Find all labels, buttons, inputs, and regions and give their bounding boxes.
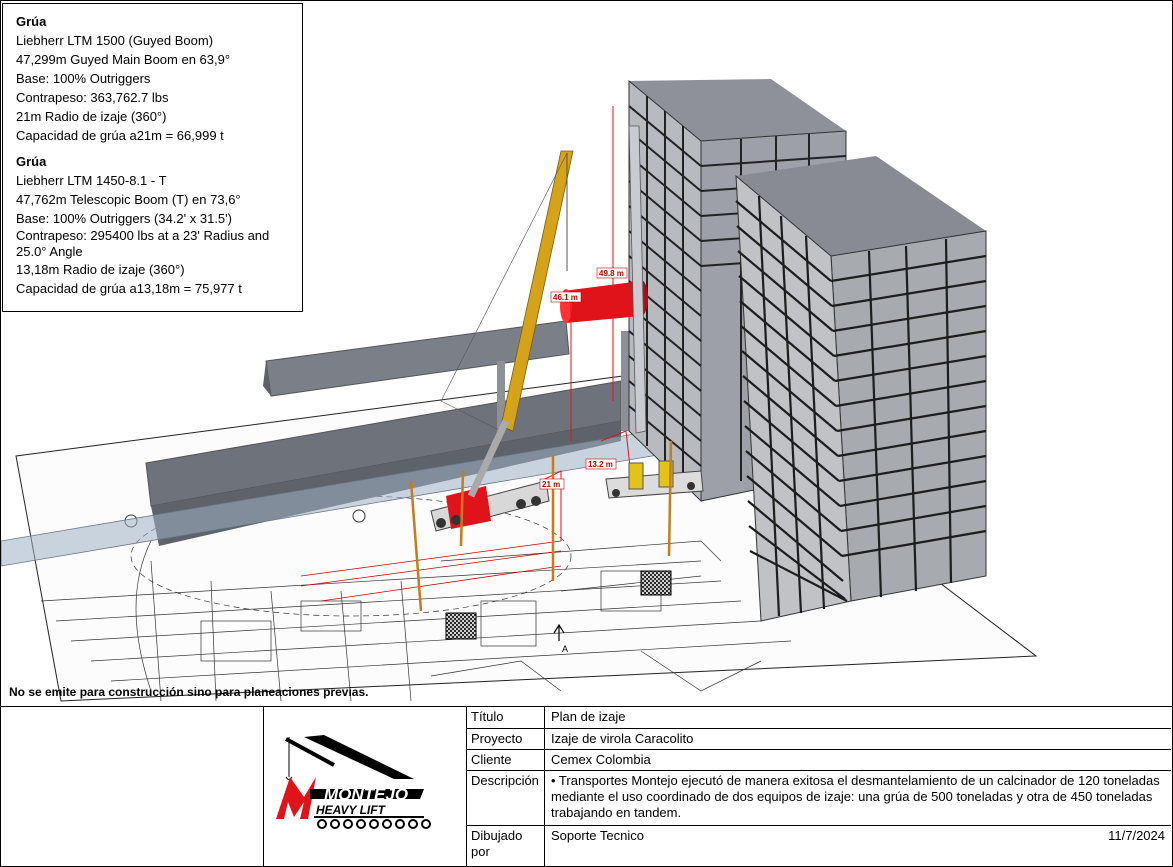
crane-2-radius: 13,18m Radio de izaje (360°) <box>16 262 185 277</box>
row-titulo: Título Plan de izaje <box>467 707 1171 729</box>
logo-wheels-icon <box>317 819 431 829</box>
title-block-blank-cell <box>0 707 264 867</box>
dim-label-13-2: 13.2 m <box>588 460 613 469</box>
title-block-table: Título Plan de izaje Proyecto Izaje de v… <box>467 707 1171 867</box>
label-descripcion: Descripción <box>467 771 545 825</box>
crane-1-specs: Grúa Liebherr LTM 1500 (Guyed Boom) 47,2… <box>16 12 292 145</box>
building-front <box>735 156 987 622</box>
crane-1-counterweight: Contrapeso: 363,762.7 lbs <box>16 90 169 105</box>
value-titulo: Plan de izaje <box>551 709 626 724</box>
value-descripcion: • Transportes Montejo ejecutó de manera … <box>551 773 1160 820</box>
crane-2-boom: 47,762m Telescopic Boom (T) en 73,6° <box>16 192 241 207</box>
row-descripcion: Descripción • Transportes Montejo ejecut… <box>467 771 1171 826</box>
dim-label-49-8: 49.8 m <box>599 269 624 278</box>
crane-specs-box: Grúa Liebherr LTM 1500 (Guyed Boom) 47,2… <box>2 3 303 312</box>
crane-logo-icon: MONTEJO HEAVY LIFT <box>276 735 431 829</box>
crane-1-capacity: Capacidad de grúa a21m = 66,999 t <box>16 128 224 143</box>
company-logo: MONTEJO HEAVY LIFT <box>264 707 467 867</box>
label-dibujado: Dibujado por <box>467 826 545 867</box>
dim-label-21: 21 m <box>542 480 560 489</box>
north-arrow-label: A <box>562 644 568 654</box>
value-cliente: Cemex Colombia <box>551 752 651 767</box>
label-cliente: Cliente <box>467 750 545 770</box>
crane-1-model: Liebherr LTM 1500 (Guyed Boom) <box>16 33 214 48</box>
row-dibujado: Dibujado por Soporte Tecnico 11/7/2024 <box>467 826 1171 867</box>
crane-1-heading: Grúa <box>16 14 47 29</box>
crane-2-specs: Grúa Liebherr LTM 1450-8.1 - T 47,762m T… <box>16 152 292 298</box>
hatched-pad-1 <box>445 612 477 640</box>
crane-2-heading: Grúa <box>16 154 47 169</box>
row-proyecto: Proyecto Izaje de virola Caracolito <box>467 729 1171 750</box>
row-cliente: Cliente Cemex Colombia <box>467 750 1171 771</box>
logo-line-1: MONTEJO <box>324 785 408 804</box>
value-dibujado: Soporte Tecnico <box>551 828 644 843</box>
title-block: MONTEJO HEAVY LIFT Título Plan de izaje … <box>0 706 1173 867</box>
crane-2-base: Base: 100% Outriggers (34.2' x 31.5') <box>16 211 232 226</box>
dim-label-46-1: 46.1 m <box>553 293 578 302</box>
label-titulo: Título <box>467 707 545 728</box>
crane-2-counterweight: Contrapeso: 295400 lbs at a 23' Radius a… <box>16 228 270 259</box>
label-proyecto: Proyecto <box>467 729 545 749</box>
value-proyecto: Izaje de virola Caracolito <box>551 731 694 746</box>
hatched-pad-2 <box>640 570 672 596</box>
crane-2-capacity: Capacidad de grúa a13,18m = 75,977 t <box>16 281 242 296</box>
logo-line-2: HEAVY LIFT <box>316 803 387 817</box>
crane-1-base: Base: 100% Outriggers <box>16 71 151 86</box>
disclaimer-note: No se emite para construcción sino para … <box>9 685 369 699</box>
crane-1-boom: 47,299m Guyed Main Boom en 63,9° <box>16 52 231 67</box>
crane-2-model: Liebherr LTM 1450-8.1 - T <box>16 173 167 188</box>
value-fecha: 11/7/2024 <box>1108 828 1165 843</box>
crane-1-radius: 21m Radio de izaje (360°) <box>16 109 167 124</box>
